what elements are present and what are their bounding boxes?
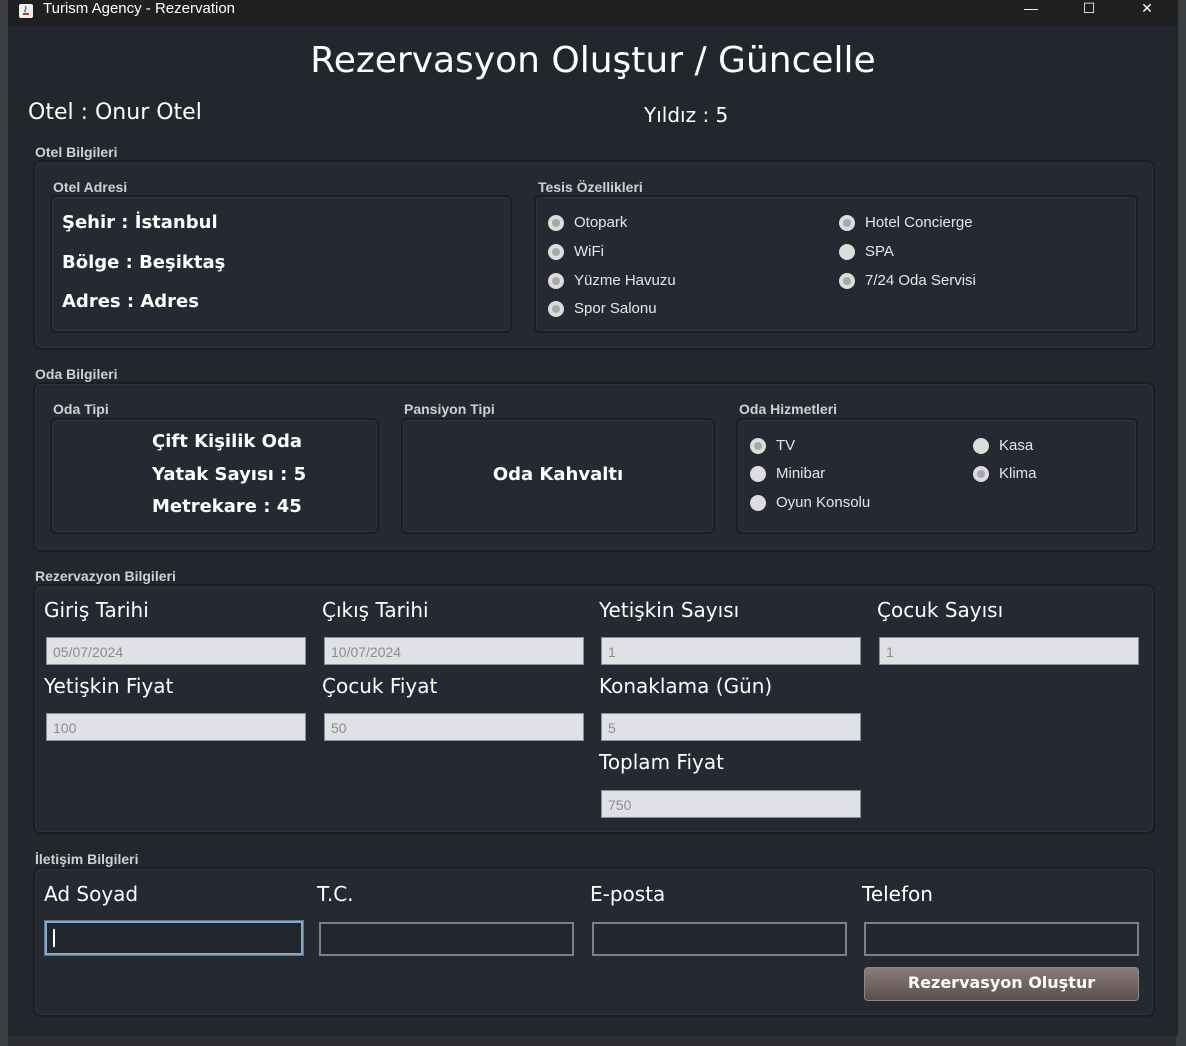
radio-dot	[750, 466, 766, 482]
room-services-group-label: Oda Hizmetleri	[739, 401, 838, 417]
hotel-name-label: Otel : Onur Otel	[28, 100, 202, 125]
java-app-icon	[19, 4, 33, 18]
radio-dot	[750, 438, 766, 454]
nights-label: Konaklama (Gün)	[599, 674, 773, 698]
phone-label: Telefon	[862, 882, 933, 906]
room-info-group-label: Oda Bilgileri	[35, 366, 118, 382]
service-label: TV	[776, 437, 796, 454]
child-count-field[interactable]: 1	[879, 637, 1139, 665]
service-label: Minibar	[776, 465, 826, 482]
window-title: Turism Agency - Rezervation	[43, 0, 236, 17]
city-text: Şehir : İstanbul	[62, 212, 218, 233]
radio-dot	[750, 495, 766, 511]
adult-price-label: Yetişkin Fiyat	[44, 674, 174, 698]
child-count-label: Çocuk Sayısı	[877, 598, 1004, 622]
checkin-field[interactable]: 05/07/2024	[46, 637, 306, 665]
contact-info-group-label: İletişim Bilgileri	[35, 851, 139, 867]
minimize-button[interactable]: —	[1008, 0, 1054, 26]
total-price-field[interactable]: 750	[601, 790, 861, 818]
facility-label: Yüzme Havuzu	[574, 272, 676, 289]
adult-count-field[interactable]: 1	[601, 637, 861, 665]
room-type-text: Çift Kişilik Oda	[152, 431, 302, 452]
radio-dot	[973, 466, 989, 482]
reservation-info-group-label: Rezervazyon Bilgileri	[35, 568, 176, 584]
email-input[interactable]	[592, 922, 847, 956]
create-reservation-button[interactable]: Rezervasyon Oluştur	[864, 967, 1139, 1001]
email-label: E-posta	[590, 882, 666, 906]
checkin-label: Giriş Tarihi	[44, 598, 149, 622]
board-type-text: Oda Kahvaltı	[492, 464, 624, 485]
total-price-label: Toplam Fiyat	[599, 750, 724, 774]
address-text: Adres : Adres	[62, 291, 199, 312]
tc-input[interactable]	[319, 922, 574, 956]
hotel-address-group-label: Otel Adresi	[53, 179, 128, 195]
adult-price-field[interactable]: 100	[46, 713, 306, 741]
window-titlebar: Turism Agency - Rezervation — ☐ ✕	[8, 0, 1178, 26]
hotel-star-label: Yıldız : 5	[644, 103, 729, 127]
page-title: Rezervasyon Oluştur / Güncelle	[310, 40, 876, 81]
radio-dot	[548, 215, 564, 231]
name-input[interactable]	[45, 921, 303, 955]
child-price-field[interactable]: 50	[324, 713, 584, 741]
close-button[interactable]: ✕	[1124, 0, 1170, 26]
text-cursor	[53, 929, 55, 947]
facility-label: Spor Salonu	[574, 300, 657, 317]
hotel-info-group-label: Otel Bilgileri	[35, 144, 118, 160]
facility-label: WiFi	[574, 243, 604, 260]
room-type-group-label: Oda Tipi	[53, 401, 109, 417]
region-text: Bölge : Beşiktaş	[62, 252, 226, 273]
checkout-label: Çıkış Tarihi	[322, 598, 429, 622]
radio-dot	[548, 273, 564, 289]
bed-count-text: Yatak Sayısı : 5	[152, 464, 307, 485]
board-type-group-label: Pansiyon Tipi	[404, 401, 495, 417]
maximize-button[interactable]: ☐	[1066, 0, 1112, 26]
radio-dot	[548, 301, 564, 317]
service-label: Klima	[999, 465, 1037, 482]
name-label: Ad Soyad	[44, 882, 139, 906]
background-window-left	[0, 0, 8, 1046]
room-area-text: Metrekare : 45	[152, 496, 302, 517]
facility-label: Otopark	[574, 214, 628, 231]
radio-dot	[839, 215, 855, 231]
nights-field[interactable]: 5	[601, 713, 861, 741]
facility-label: 7/24 Oda Servisi	[865, 272, 976, 289]
service-label: Oyun Konsolu	[776, 494, 871, 511]
facilities-group-label: Tesis Özellikleri	[538, 179, 643, 195]
radio-dot	[839, 244, 855, 260]
phone-input[interactable]	[864, 922, 1139, 956]
facility-label: Hotel Concierge	[865, 214, 973, 231]
facility-label: SPA	[865, 243, 894, 260]
child-price-label: Çocuk Fiyat	[322, 674, 438, 698]
tc-label: T.C.	[317, 882, 354, 906]
checkout-field[interactable]: 10/07/2024	[324, 637, 584, 665]
radio-dot	[548, 244, 564, 260]
adult-count-label: Yetişkin Sayısı	[599, 598, 740, 622]
radio-dot	[839, 273, 855, 289]
service-label: Kasa	[999, 437, 1034, 454]
radio-dot	[973, 438, 989, 454]
